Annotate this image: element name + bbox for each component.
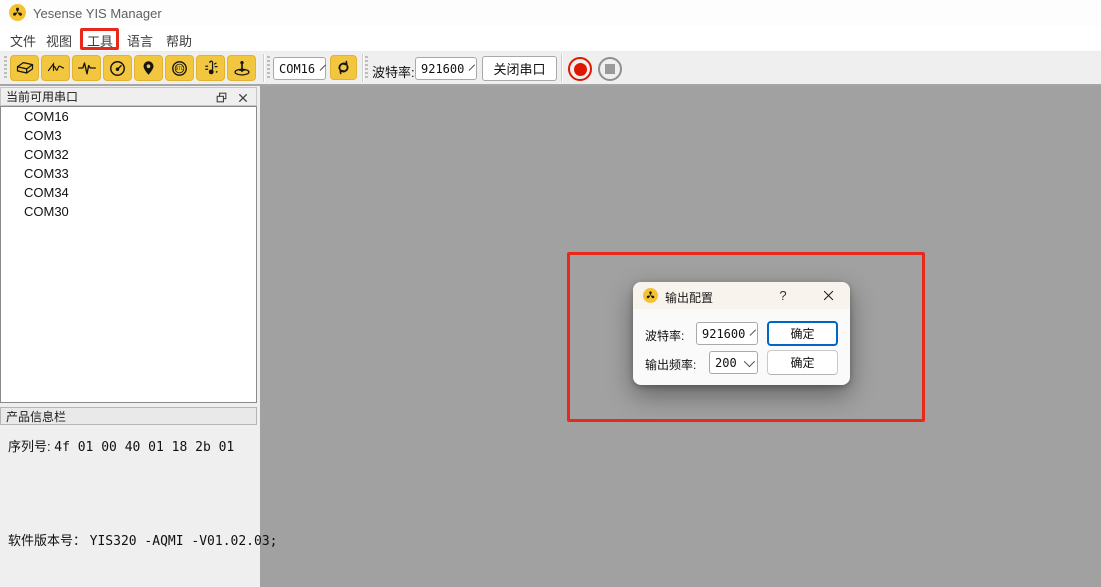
chevron-down-icon — [744, 355, 755, 366]
dialog-close-button[interactable] — [816, 286, 840, 305]
chevron-down-icon — [320, 64, 326, 70]
port-list-item[interactable]: COM16 — [1, 107, 256, 126]
toolbar-gripper[interactable] — [4, 56, 7, 80]
dialog-baud-label: 波特率: — [645, 327, 684, 344]
com-port-value: COM16 — [279, 62, 315, 76]
serial-number-label: 序列号: — [8, 439, 51, 454]
magnetometer-icon[interactable] — [227, 55, 256, 81]
ports-list: COM16 COM3 COM32 COM33 COM34 COM30 — [0, 106, 257, 403]
info-panel-header: 产品信息栏 — [0, 407, 257, 425]
menu-help[interactable]: 帮助 — [166, 31, 192, 50]
app-logo-icon — [9, 4, 26, 21]
left-dock: 当前可用串口 COM16 COM3 COM32 COM33 COM34 COM3… — [0, 86, 260, 587]
dialog-baud-select[interactable]: 921600 — [696, 322, 758, 345]
info-panel-title: 产品信息栏 — [6, 408, 66, 425]
com-port-select[interactable]: COM16 — [273, 57, 326, 80]
port-list-item[interactable]: COM32 — [1, 145, 256, 164]
ports-panel-header: 当前可用串口 — [0, 87, 257, 106]
menubar: 文件 视图 工具 语言 帮助 — [0, 26, 1101, 52]
dialog-freq-select[interactable]: 200 — [709, 351, 758, 374]
toolbar-separator — [263, 54, 265, 82]
record-button[interactable] — [568, 57, 592, 81]
titlebar: Yesense YIS Manager — [0, 0, 1101, 26]
dialog-freq-confirm-button[interactable]: 确定 — [767, 350, 838, 375]
location-icon[interactable] — [134, 55, 163, 81]
close-panel-button[interactable] — [235, 90, 251, 105]
waveform-icon[interactable] — [72, 55, 101, 81]
close-serial-button[interactable]: 关闭串口 — [482, 56, 557, 81]
dialog-help-button[interactable]: ? — [773, 286, 793, 305]
chevron-down-icon — [469, 64, 475, 70]
port-list-item[interactable]: COM3 — [1, 126, 256, 145]
baud-rate-label: 波特率: — [372, 62, 415, 81]
port-list-item[interactable]: COM34 — [1, 183, 256, 202]
dialog-freq-value: 200 — [715, 356, 737, 370]
port-list-item[interactable]: COM33 — [1, 164, 256, 183]
toolbar-gripper[interactable] — [267, 56, 270, 80]
temperature-icon[interactable] — [196, 55, 225, 81]
utc-clock-icon[interactable]: UTC — [165, 55, 194, 81]
float-panel-button[interactable] — [213, 90, 229, 105]
menu-view[interactable]: 视图 — [46, 31, 72, 50]
serial-number-row: 序列号: 4f 01 00 40 01 18 2b 01 — [8, 436, 234, 455]
software-version-label: 软件版本号： — [8, 533, 86, 548]
output-config-dialog: 输出配置 ? 波特率: 921600 确定 输出频率: 200 确定 — [633, 282, 850, 385]
chevron-down-icon — [750, 329, 756, 335]
toolbar-separator — [561, 54, 563, 82]
refresh-ports-button[interactable] — [330, 55, 357, 80]
baud-rate-value: 921600 — [421, 62, 464, 76]
dialog-baud-value: 921600 — [702, 327, 745, 341]
toolbar-separator — [362, 54, 364, 82]
toolbar-gripper[interactable] — [365, 56, 368, 80]
wave-angle-icon[interactable] — [41, 55, 70, 81]
software-version-value: YIS320 -AQMI -V01.02.03; — [90, 534, 278, 549]
gauge-icon[interactable] — [103, 55, 132, 81]
menu-file[interactable]: 文件 — [10, 31, 36, 50]
ports-panel-title: 当前可用串口 — [6, 88, 78, 105]
stop-button[interactable] — [598, 57, 622, 81]
toolbar: UTC COM16 波特率: 921600 关闭串口 — [0, 52, 1101, 86]
window-title: Yesense YIS Manager — [33, 6, 162, 21]
baud-rate-select[interactable]: 921600 — [415, 57, 477, 80]
serial-number-value: 4f 01 00 40 01 18 2b 01 — [54, 440, 234, 455]
dialog-title: 输出配置 — [665, 289, 713, 306]
stop-icon — [605, 64, 615, 74]
port-list-item[interactable]: COM30 — [1, 202, 256, 221]
utc-icon-text: UTC — [176, 66, 184, 71]
dialog-baud-confirm-button[interactable]: 确定 — [767, 321, 838, 346]
dialog-titlebar[interactable]: 输出配置 ? — [633, 282, 850, 309]
software-version-row: 软件版本号： YIS320 -AQMI -V01.02.03; — [8, 530, 277, 549]
dialog-logo-icon — [643, 288, 658, 303]
3d-attitude-icon[interactable] — [10, 55, 39, 81]
dialog-freq-label: 输出频率: — [645, 356, 696, 373]
menu-tools[interactable]: 工具 — [87, 31, 113, 50]
record-icon — [574, 63, 587, 76]
menu-language[interactable]: 语言 — [127, 31, 153, 50]
